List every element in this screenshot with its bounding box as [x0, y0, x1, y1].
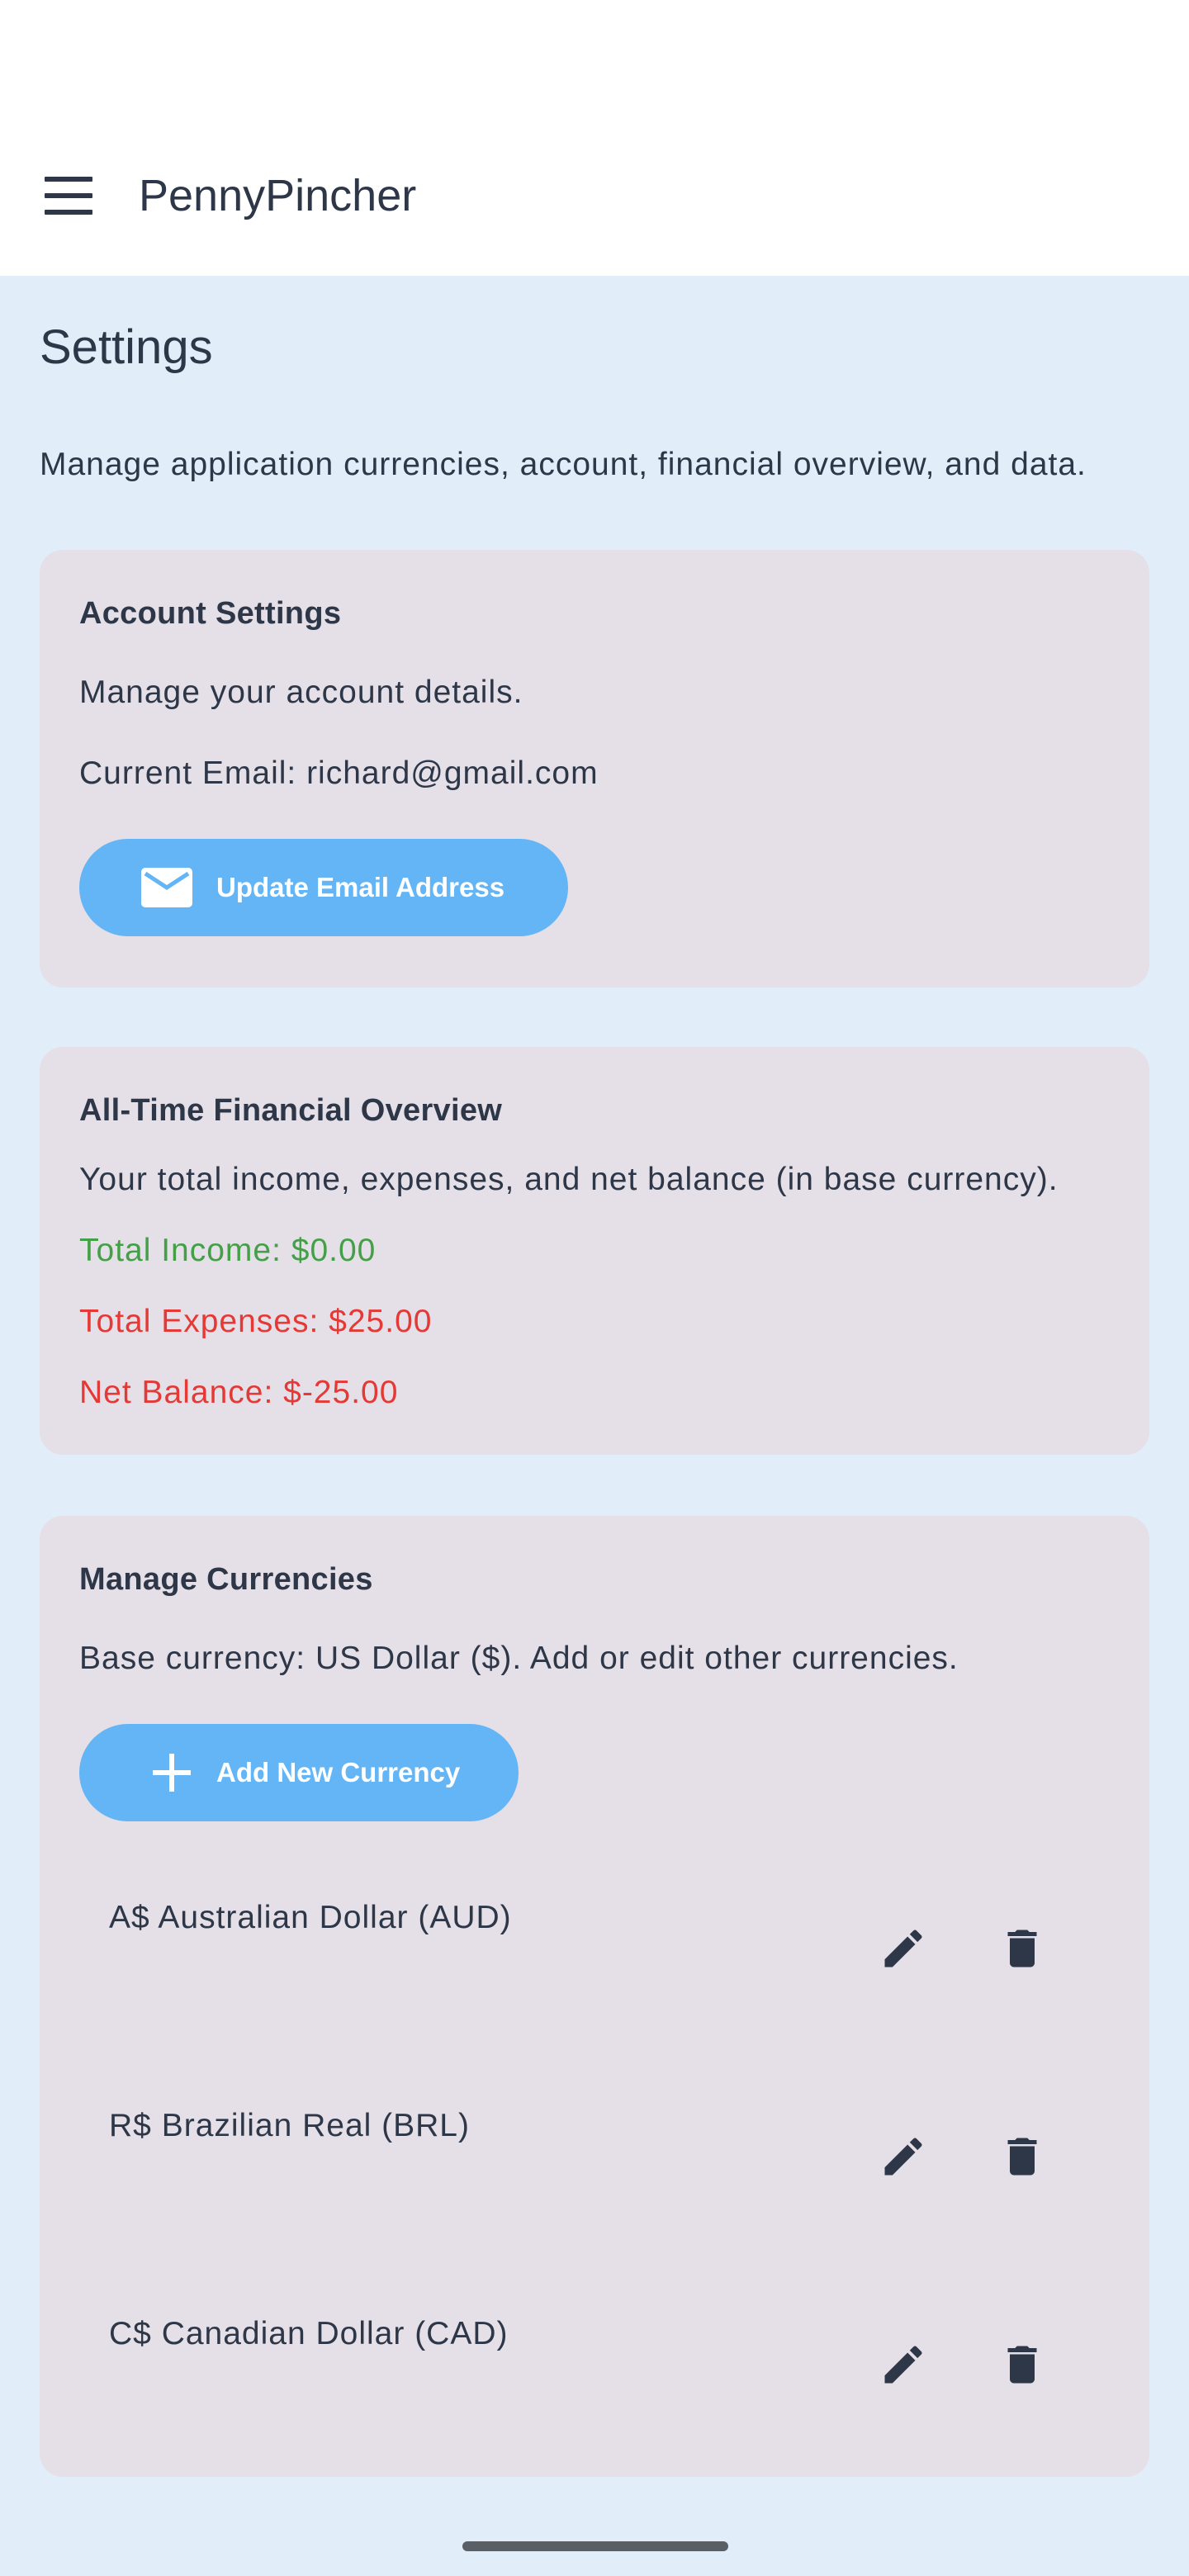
trash-icon [997, 2132, 1047, 2185]
account-settings-card: Account Settings Manage your account det… [40, 550, 1149, 987]
add-currency-button[interactable]: Add New Currency [79, 1724, 519, 1821]
pencil-icon [879, 2132, 928, 2185]
delete-currency-button[interactable] [983, 1911, 1062, 1990]
app-title: PennyPincher [139, 171, 417, 220]
delete-currency-button[interactable] [983, 2327, 1062, 2406]
financial-overview-card: All-Time Financial Overview Your total i… [40, 1047, 1149, 1455]
home-indicator[interactable] [462, 2541, 728, 2551]
current-email: Current Email: richard@gmail.com [79, 755, 599, 791]
currency-name: R$ Brazilian Real (BRL) [109, 2108, 470, 2143]
plus-icon [145, 1753, 198, 1792]
update-email-label: Update Email Address [216, 872, 505, 902]
menu-icon[interactable] [45, 177, 92, 215]
update-email-button[interactable]: Update Email Address [79, 839, 568, 936]
add-currency-label: Add New Currency [216, 1757, 461, 1788]
trash-icon [997, 1924, 1047, 1977]
page-title: Settings [40, 320, 213, 374]
delete-currency-button[interactable] [983, 2119, 1062, 2198]
app-bar: PennyPincher [0, 0, 1189, 276]
mail-icon [140, 868, 193, 907]
financial-overview-subtitle: Your total income, expenses, and net bal… [79, 1162, 1059, 1197]
currency-list-item: C$ Canadian Dollar (CAD) [40, 2313, 1149, 2522]
manage-currencies-title: Manage Currencies [79, 1562, 373, 1597]
pencil-icon [879, 1924, 928, 1977]
page-description: Manage application currencies, account, … [40, 447, 1087, 482]
manage-currencies-subtitle: Base currency: US Dollar ($). Add or edi… [79, 1641, 959, 1676]
menu-icon-bar [45, 210, 92, 215]
financial-overview-title: All-Time Financial Overview [79, 1093, 503, 1128]
pencil-icon [879, 2340, 928, 2394]
edit-currency-button[interactable] [864, 2327, 943, 2406]
currency-list-item: A$ Australian Dollar (AUD) [40, 1897, 1149, 2105]
total-expenses: Total Expenses: $25.00 [79, 1304, 433, 1339]
total-income: Total Income: $0.00 [79, 1233, 377, 1268]
trash-icon [997, 2340, 1047, 2394]
manage-currencies-card: Manage Currencies Base currency: US Doll… [40, 1516, 1149, 2477]
account-settings-title: Account Settings [79, 596, 342, 631]
net-balance: Net Balance: $-25.00 [79, 1375, 399, 1410]
account-settings-subtitle: Manage your account details. [79, 675, 523, 710]
menu-icon-bar [45, 177, 92, 182]
edit-currency-button[interactable] [864, 2119, 943, 2198]
currency-list-item: R$ Brazilian Real (BRL) [40, 2105, 1149, 2313]
currency-name: A$ Australian Dollar (AUD) [109, 1900, 512, 1935]
edit-currency-button[interactable] [864, 1911, 943, 1990]
currency-name: C$ Canadian Dollar (CAD) [109, 2316, 509, 2351]
menu-icon-bar [45, 193, 92, 198]
